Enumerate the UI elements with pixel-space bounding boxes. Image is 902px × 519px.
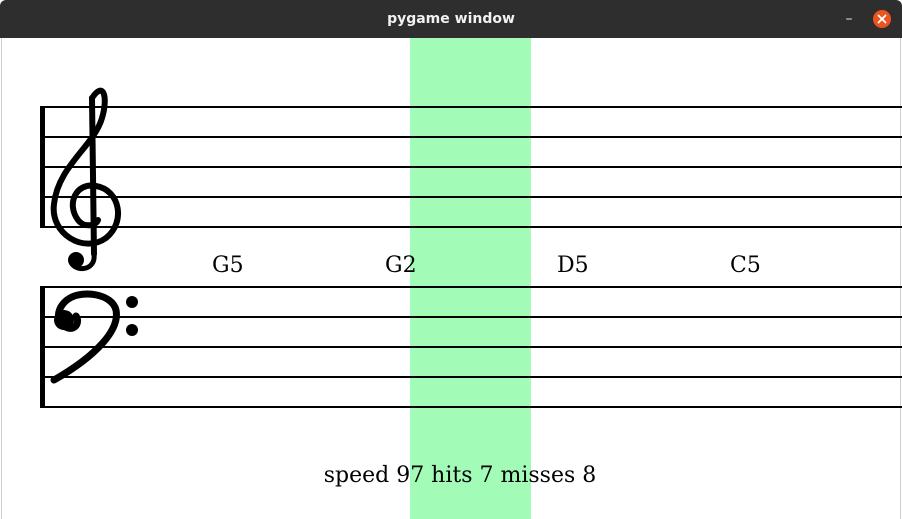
note-label: G5 (212, 253, 244, 278)
treble-clef-icon (50, 87, 122, 272)
close-button[interactable] (873, 10, 891, 28)
window-title: pygame window (387, 11, 515, 27)
treble-staff-line (40, 196, 902, 198)
pygame-window: pygame window – G5 G2 D5 C5 speed 97 hit… (0, 0, 902, 519)
treble-staff-line (40, 136, 902, 138)
treble-staff-line (40, 226, 902, 228)
note-label: C5 (730, 253, 761, 278)
title-bar[interactable]: pygame window – (0, 0, 902, 38)
bass-staff-line (40, 376, 902, 378)
note-label: D5 (557, 253, 589, 278)
bass-staff-line (40, 406, 902, 408)
hit-zone (410, 38, 531, 519)
treble-staff-line (40, 106, 902, 108)
bass-staff-line (40, 316, 902, 318)
treble-staff-line (40, 166, 902, 168)
minimize-button[interactable]: – (838, 9, 860, 29)
bass-clef-icon (50, 290, 138, 384)
status-text: speed 97 hits 7 misses 8 (323, 463, 597, 488)
close-icon (877, 14, 887, 24)
bass-barline (40, 286, 45, 408)
bass-staff-line (40, 286, 902, 288)
note-label: G2 (385, 253, 417, 278)
bass-staff-line (40, 346, 902, 348)
